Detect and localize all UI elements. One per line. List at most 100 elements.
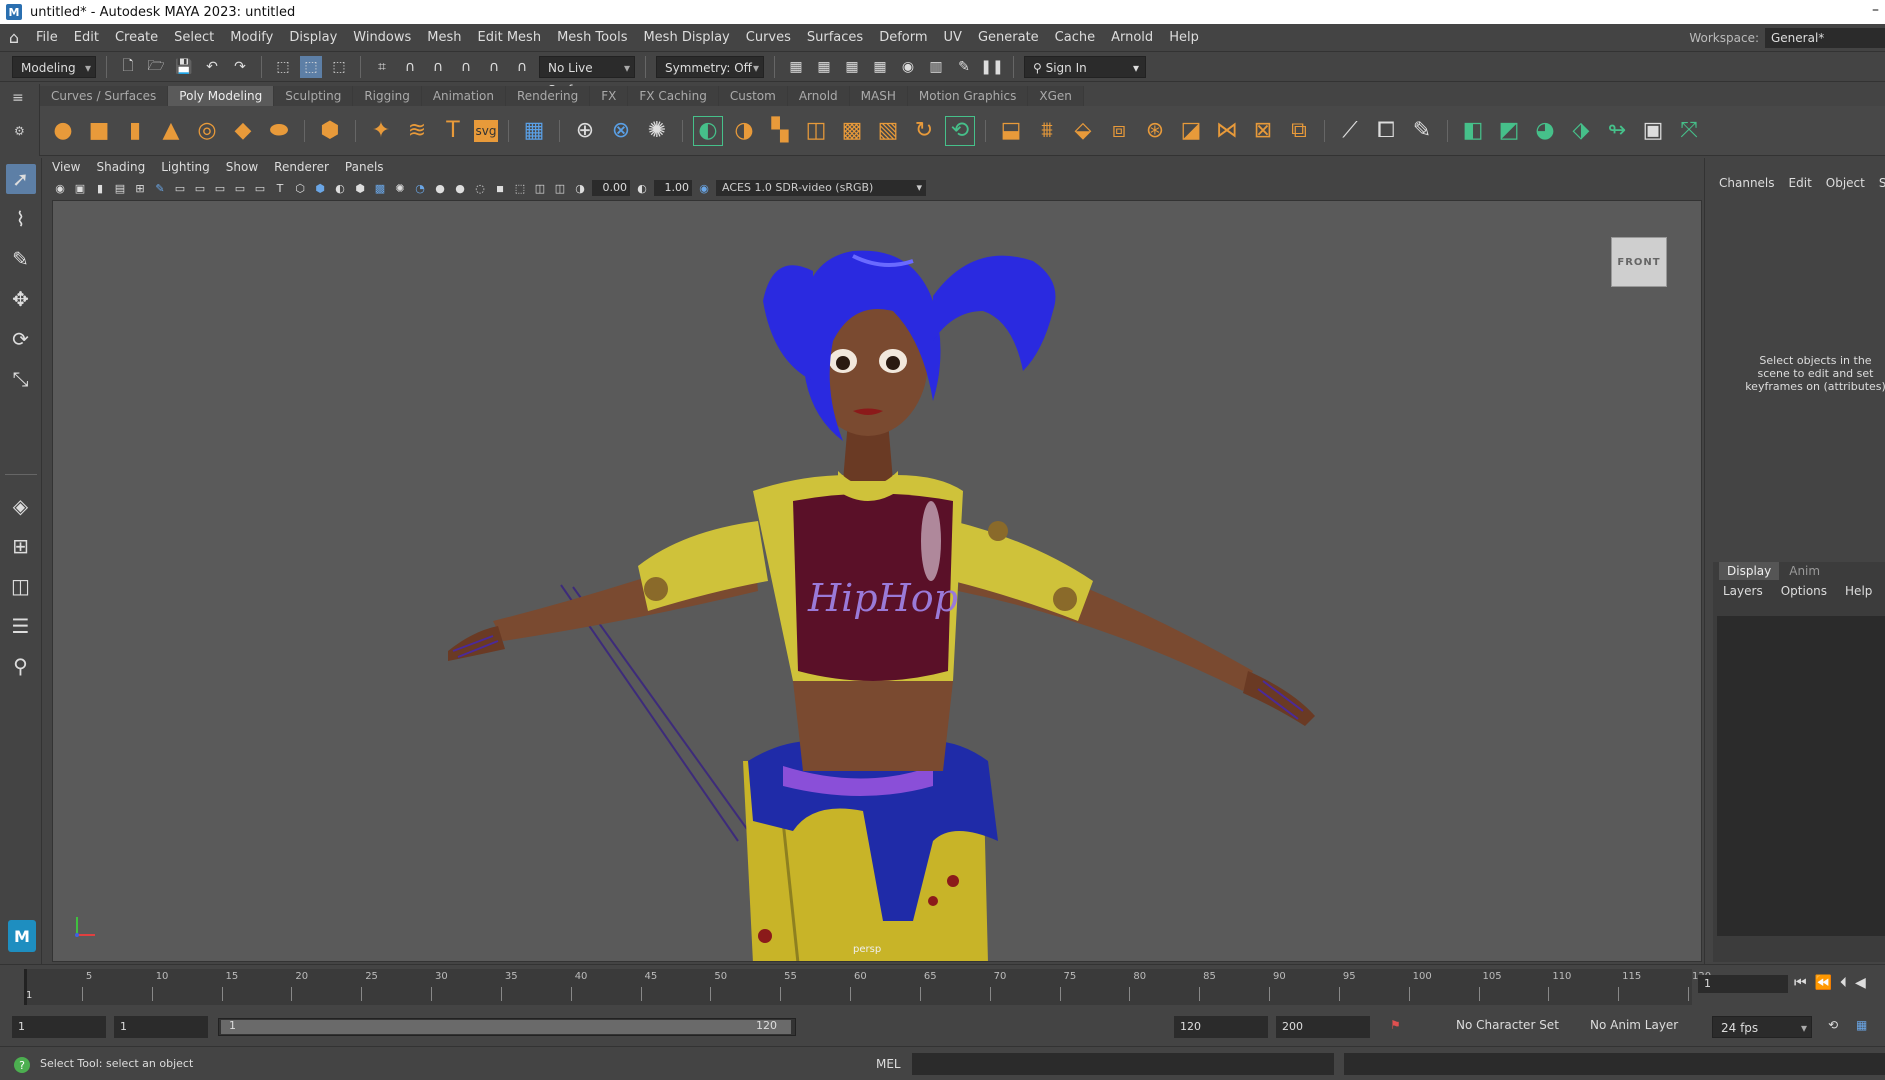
four-view-layout-icon[interactable]: ⊞ bbox=[6, 531, 36, 561]
image-plane-icon[interactable]: ▤ bbox=[112, 180, 128, 196]
gamma-field[interactable]: 1.00 bbox=[654, 180, 692, 196]
shelf-tab-poly-modeling[interactable]: Poly Modeling bbox=[168, 86, 275, 106]
exposure-field[interactable]: 0.00 bbox=[592, 180, 630, 196]
tab-display[interactable]: Display bbox=[1719, 562, 1780, 580]
menu-mesh-tools[interactable]: Mesh Tools bbox=[549, 24, 635, 52]
channel-box-tab-edit[interactable]: Edit bbox=[1789, 176, 1812, 190]
panel-menu-view[interactable]: View bbox=[52, 160, 80, 178]
options-menu[interactable]: Options bbox=[1781, 584, 1827, 598]
smooth-shade-icon[interactable]: ⬢ bbox=[312, 180, 328, 196]
menu-modify[interactable]: Modify bbox=[222, 24, 281, 52]
connect-icon[interactable]: ⧉ bbox=[1284, 116, 1314, 146]
poly-cylinder-icon[interactable]: ▮ bbox=[120, 116, 150, 146]
snap-live-icon[interactable]: ∩ bbox=[511, 56, 533, 78]
resolution-gate-icon[interactable]: ▭ bbox=[192, 180, 208, 196]
fps-dropdown[interactable]: 24 fps bbox=[1712, 1016, 1812, 1039]
select-by-hierarchy-icon[interactable]: ⬚ bbox=[272, 56, 294, 78]
combine-icon[interactable]: ⊕ bbox=[570, 116, 600, 146]
lighting-icon[interactable]: ▩ bbox=[372, 180, 388, 196]
color-management-icon[interactable]: ◉ bbox=[696, 180, 712, 196]
type-tool-icon[interactable]: T bbox=[438, 116, 468, 146]
uv-editor-icon[interactable]: ⤧ bbox=[1674, 116, 1704, 146]
view-cube[interactable]: FRONT bbox=[1611, 237, 1667, 287]
snap-grid-icon[interactable]: ⌗ bbox=[371, 56, 393, 78]
playback-end-field[interactable]: 120 bbox=[1174, 1016, 1268, 1038]
menu-select[interactable]: Select bbox=[166, 24, 222, 52]
open-scene-icon[interactable]: 🗁 bbox=[145, 56, 167, 78]
shelf-tab-mash[interactable]: MASH bbox=[849, 86, 908, 106]
save-scene-icon[interactable]: 💾 bbox=[173, 56, 195, 78]
textured-icon[interactable]: ⬢ bbox=[352, 180, 368, 196]
step-back-key-icon[interactable]: ⏪ bbox=[1815, 975, 1832, 991]
panel-menu-renderer[interactable]: Renderer bbox=[274, 160, 329, 178]
menu-file[interactable]: File bbox=[28, 24, 66, 52]
snap-point-icon[interactable]: ∩ bbox=[427, 56, 449, 78]
pause-viewport-icon[interactable]: ❚❚ bbox=[980, 56, 1003, 78]
layer-list[interactable] bbox=[1717, 616, 1885, 936]
render-frame-icon[interactable]: ▦ bbox=[813, 56, 835, 78]
chamfer-icon[interactable]: ◪ bbox=[1176, 116, 1206, 146]
menu-curves[interactable]: Curves bbox=[738, 24, 799, 52]
safe-title-icon[interactable]: T bbox=[272, 180, 288, 196]
grease-pencil-icon[interactable]: ✎ bbox=[152, 180, 168, 196]
mirror-icon[interactable]: ▚ bbox=[765, 116, 795, 146]
script-language-toggle[interactable]: MEL bbox=[876, 1057, 901, 1071]
shelf-tab-rigging[interactable]: Rigging bbox=[353, 86, 422, 106]
live-surface-field[interactable]: No Live Surface bbox=[539, 55, 635, 97]
snap-curve-icon[interactable]: ∩ bbox=[399, 56, 421, 78]
channel-box-tab-sh[interactable]: Sh bbox=[1879, 176, 1885, 190]
help-menu[interactable]: Help bbox=[1845, 584, 1872, 598]
uv-unfold-icon[interactable]: ↬ bbox=[1602, 116, 1632, 146]
perspective-viewport[interactable]: HipHop FRONT persp bbox=[52, 200, 1702, 962]
multi-cut-icon[interactable]: ⟋ bbox=[1335, 116, 1365, 146]
collapse-icon[interactable]: ⊠ bbox=[1248, 116, 1278, 146]
redo-icon[interactable]: ↷ bbox=[229, 56, 251, 78]
boolean-union-icon[interactable]: ◐ bbox=[693, 115, 723, 146]
mesh-grid-icon[interactable]: ▦ bbox=[519, 116, 549, 146]
search-icon[interactable]: ⚲ bbox=[6, 651, 36, 681]
outliner-layout-icon[interactable]: ☰ bbox=[6, 611, 36, 641]
uv-auto-icon[interactable]: ⬗ bbox=[1566, 116, 1596, 146]
motion-blur-icon[interactable]: ◫ bbox=[552, 180, 568, 196]
menu-cache[interactable]: Cache bbox=[1047, 24, 1103, 52]
camera-select-icon[interactable]: ◉ bbox=[52, 180, 68, 196]
workspace-dropdown[interactable]: General* bbox=[1765, 28, 1885, 48]
shelf-tab-animation[interactable]: Animation bbox=[421, 86, 506, 106]
channel-box-tab-object[interactable]: Object bbox=[1826, 176, 1865, 190]
select-by-object-icon[interactable]: ⬚ bbox=[300, 55, 322, 78]
exposure-icon[interactable]: ◑ bbox=[572, 180, 588, 196]
menu-deform[interactable]: Deform bbox=[871, 24, 935, 52]
shelf-tab-custom[interactable]: Custom bbox=[718, 86, 788, 106]
snap-surface-icon[interactable]: ∩ bbox=[483, 56, 505, 78]
bookmark-icon[interactable]: ▮ bbox=[92, 180, 108, 196]
home-icon[interactable]: ⌂ bbox=[0, 24, 28, 52]
xray-active-icon[interactable]: ◌ bbox=[472, 180, 488, 196]
bridge-icon[interactable]: ⩩ bbox=[1032, 116, 1062, 146]
select-by-component-icon[interactable]: ⬚ bbox=[328, 56, 350, 78]
scale-tool-icon[interactable]: ⤡ bbox=[6, 364, 36, 394]
menu-edit[interactable]: Edit bbox=[66, 24, 107, 52]
xray-joints-icon[interactable]: ◾ bbox=[492, 180, 508, 196]
animation-end-field[interactable]: 200 bbox=[1276, 1016, 1370, 1038]
remesh-icon[interactable]: ↻ bbox=[909, 116, 939, 146]
move-tool-icon[interactable]: ✥ bbox=[6, 284, 36, 314]
depth-of-field-icon[interactable]: ◫ bbox=[532, 180, 548, 196]
step-back-frame-icon[interactable]: ⏴ bbox=[1840, 975, 1847, 991]
menu-arnold[interactable]: Arnold bbox=[1103, 24, 1161, 52]
xray-icon[interactable]: ● bbox=[452, 180, 468, 196]
separate-icon[interactable]: ⊗ bbox=[606, 116, 636, 146]
menu-surfaces[interactable]: Surfaces bbox=[799, 24, 871, 52]
anim-prefs-icon[interactable]: ▦ bbox=[1856, 1018, 1867, 1032]
go-to-start-icon[interactable]: ⏮ bbox=[1794, 975, 1807, 991]
time-ruler[interactable]: 1 5 10 15 20 25 30 35 40 45 50 55 60 65 70 75 80 85 90 95 1… bbox=[24, 969, 1711, 1005]
auto-key-icon[interactable]: ⚑ bbox=[1390, 1018, 1401, 1032]
select-tool-icon[interactable]: ➚ bbox=[5, 164, 36, 194]
smooth-mesh-icon[interactable]: ▩ bbox=[837, 116, 867, 146]
menu-edit-mesh[interactable]: Edit Mesh bbox=[470, 24, 550, 52]
poly-sphere-icon[interactable]: ● bbox=[48, 116, 78, 146]
playback-start-field[interactable]: 1 bbox=[114, 1016, 208, 1038]
shelf-tab-arnold[interactable]: Arnold bbox=[787, 86, 850, 106]
hypershade-icon[interactable]: ◉ bbox=[897, 56, 919, 78]
shelf-tab-fx-caching[interactable]: FX Caching bbox=[628, 86, 719, 106]
extrude-icon[interactable]: ⬓ bbox=[996, 116, 1026, 146]
